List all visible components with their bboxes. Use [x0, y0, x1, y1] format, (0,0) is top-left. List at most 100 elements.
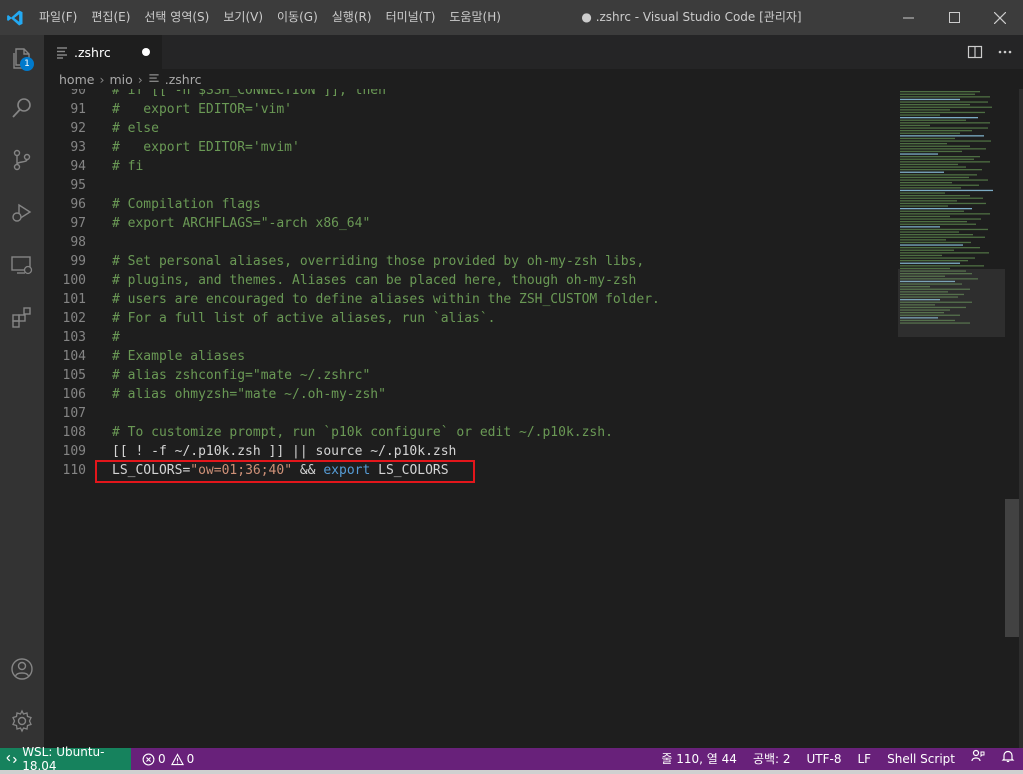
- tab-zshrc[interactable]: .zshrc: [44, 35, 162, 69]
- line-ending[interactable]: LF: [850, 748, 880, 770]
- close-button[interactable]: [977, 0, 1023, 35]
- code-line[interactable]: 104 # Example aliases: [44, 347, 898, 366]
- language-mode[interactable]: Shell Script: [879, 748, 963, 770]
- code-line[interactable]: 108 # To customize prompt, run `p10k conf…: [44, 423, 898, 442]
- code-line[interactable]: 109 [[ ! -f ~/.p10k.zsh ]] || source ~/.p…: [44, 442, 898, 461]
- code-line[interactable]: 91 # export EDITOR='vim': [44, 100, 898, 119]
- menu-edit[interactable]: 편집(E): [84, 0, 137, 35]
- line-content[interactable]: # plugins, and themes. Aliases can be pl…: [112, 271, 636, 290]
- code-line[interactable]: 107: [44, 404, 898, 423]
- debug-icon: [12, 203, 32, 222]
- breadcrumb-home[interactable]: home: [59, 72, 94, 87]
- source-control-button[interactable]: [0, 136, 44, 184]
- explorer-button[interactable]: 1: [0, 35, 44, 83]
- code-line[interactable]: 92 # else: [44, 119, 898, 138]
- split-editor-icon[interactable]: [967, 44, 983, 60]
- minimap-line: [900, 215, 950, 218]
- line-number: 100: [62, 273, 86, 288]
- code-line[interactable]: 100 # plugins, and themes. Aliases can be…: [44, 271, 898, 290]
- more-actions-icon[interactable]: [997, 44, 1013, 60]
- line-content[interactable]: # export ARCHFLAGS="-arch x86_64": [112, 214, 370, 233]
- unsaved-dot-icon[interactable]: [142, 48, 150, 56]
- code-line[interactable]: 106 # alias ohmyzsh="mate ~/.oh-my-zsh": [44, 385, 898, 404]
- line-content[interactable]: # else: [112, 119, 159, 138]
- line-content[interactable]: # users are encouraged to define aliases…: [112, 290, 660, 309]
- code-editor[interactable]: 90 # if [[ -n $SSH_CONNECTION ]]; then 91 #…: [44, 89, 898, 748]
- menu-terminal[interactable]: 터미널(T): [379, 0, 443, 35]
- code-line[interactable]: 90 # if [[ -n $SSH_CONNECTION ]]; then: [44, 89, 898, 100]
- code-line[interactable]: 94 # fi: [44, 157, 898, 176]
- minimap-line: [900, 145, 970, 147]
- menu-help[interactable]: 도움말(H): [442, 0, 508, 35]
- problems-indicator[interactable]: 0 0: [142, 748, 194, 770]
- line-content[interactable]: # To customize prompt, run `p10k configu…: [112, 423, 613, 442]
- run-debug-button[interactable]: [0, 188, 44, 236]
- cursor-position[interactable]: 줄 110, 열 44: [653, 748, 745, 770]
- line-content[interactable]: # export EDITOR='mvim': [112, 138, 300, 157]
- breadcrumb-mio[interactable]: mio: [109, 72, 132, 87]
- accounts-button[interactable]: [0, 645, 44, 693]
- line-content[interactable]: [[ ! -f ~/.p10k.zsh ]] || source ~/.p10k…: [112, 442, 456, 461]
- search-button[interactable]: [0, 84, 44, 132]
- line-content[interactable]: # Compilation flags: [112, 195, 261, 214]
- vertical-scrollbar[interactable]: [1005, 89, 1019, 748]
- chevron-right-icon: ›: [137, 71, 143, 87]
- menu-view[interactable]: 보기(V): [216, 0, 270, 35]
- line-number: 102: [62, 311, 86, 326]
- maximize-button[interactable]: [931, 0, 977, 35]
- line-content[interactable]: # Set personal aliases, overriding those…: [112, 252, 644, 271]
- minimap-line: [900, 137, 955, 140]
- line-number: 93: [70, 140, 86, 155]
- line-content[interactable]: # For a full list of active aliases, run…: [112, 309, 496, 328]
- line-number: 97: [70, 216, 86, 231]
- line-content[interactable]: # alias ohmyzsh="mate ~/.oh-my-zsh": [112, 385, 386, 404]
- code-line[interactable]: 97 # export ARCHFLAGS="-arch x86_64": [44, 214, 898, 233]
- notifications-button[interactable]: [993, 748, 1023, 770]
- scrollbar-thumb[interactable]: [1005, 499, 1019, 637]
- minimap-slider[interactable]: [898, 269, 1005, 337]
- remote-explorer-button[interactable]: [0, 241, 44, 289]
- menu-file[interactable]: 파일(F): [32, 0, 84, 35]
- line-content[interactable]: #: [112, 328, 120, 347]
- minimap-line: [900, 135, 984, 137]
- encoding[interactable]: UTF-8: [799, 748, 850, 770]
- minimap-line: [900, 122, 990, 124]
- minimap-line: [900, 265, 984, 267]
- line-content[interactable]: # alias zshconfig="mate ~/.zshrc": [112, 366, 370, 385]
- minimap-line: [900, 124, 930, 127]
- feedback-button[interactable]: [963, 748, 993, 770]
- tab-label: .zshrc: [74, 44, 111, 60]
- indentation[interactable]: 공백: 2: [745, 748, 799, 770]
- line-content[interactable]: # if [[ -n $SSH_CONNECTION ]]; then: [112, 89, 386, 100]
- menu-selection[interactable]: 선택 영역(S): [137, 0, 216, 35]
- minimap-line: [900, 202, 986, 205]
- extensions-button[interactable]: [0, 293, 44, 341]
- line-content[interactable]: # fi: [112, 157, 143, 176]
- code-line[interactable]: 102 # For a full list of active aliases, …: [44, 309, 898, 328]
- minimap[interactable]: [898, 89, 1005, 748]
- remote-indicator[interactable]: WSL: Ubuntu-18.04: [0, 745, 131, 773]
- minimap-line: [900, 244, 963, 246]
- code-line[interactable]: 101 # users are encouraged to define alia…: [44, 290, 898, 309]
- line-content[interactable]: # Example aliases: [112, 347, 245, 366]
- highlight-annotation-box: [95, 460, 475, 483]
- code-line[interactable]: 96 # Compilation flags: [44, 195, 898, 214]
- code-line[interactable]: 103 #: [44, 328, 898, 347]
- minimap-line: [900, 171, 944, 173]
- code-lines[interactable]: 90 # if [[ -n $SSH_CONNECTION ]]; then 91 #…: [44, 89, 898, 480]
- file-lines-icon: [149, 74, 159, 82]
- code-line[interactable]: 93 # export EDITOR='mvim': [44, 138, 898, 157]
- minimap-line: [900, 140, 991, 142]
- settings-button[interactable]: [0, 697, 44, 745]
- line-content[interactable]: # export EDITOR='vim': [112, 100, 292, 119]
- minimize-button[interactable]: [885, 0, 931, 35]
- minimap-line: [900, 169, 982, 171]
- code-line[interactable]: 105 # alias zshconfig="mate ~/.zshrc": [44, 366, 898, 385]
- menu-go[interactable]: 이동(G): [270, 0, 325, 35]
- minimap-line: [900, 130, 972, 132]
- code-line[interactable]: 99 # Set personal aliases, overriding tho…: [44, 252, 898, 271]
- menu-run[interactable]: 실행(R): [325, 0, 379, 35]
- breadcrumb-file[interactable]: .zshrc: [165, 72, 202, 87]
- code-line[interactable]: 98: [44, 233, 898, 252]
- code-line[interactable]: 95: [44, 176, 898, 195]
